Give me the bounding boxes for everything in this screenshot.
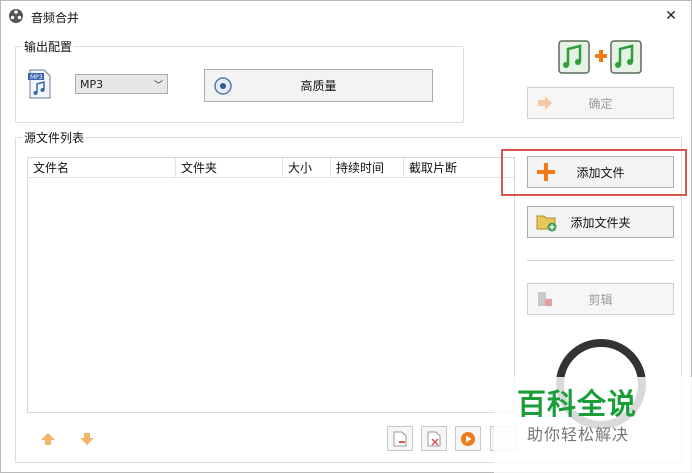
window-title: 音频合并 xyxy=(31,11,80,25)
clip-button[interactable]: 剪辑 xyxy=(527,283,674,315)
list-header: 文件名 文件夹 大小 持续时间 截取片断 xyxy=(28,158,514,178)
format-select-value: MP3 xyxy=(80,78,104,91)
add-file-label: 添加文件 xyxy=(576,165,625,180)
play-icon xyxy=(461,431,475,446)
source-file-list[interactable]: 文件名 文件夹 大小 持续时间 截取片断 xyxy=(27,157,515,413)
arrow-right-icon xyxy=(538,96,552,110)
output-config-title: 输出配置 xyxy=(22,38,75,55)
column-header-filename[interactable]: 文件名 xyxy=(28,158,176,178)
close-button[interactable]: ✕ xyxy=(651,1,691,31)
clip-label: 剪辑 xyxy=(588,292,613,307)
remove-file-button[interactable] xyxy=(387,426,413,451)
audio-merge-window: 音频合并 ✕ 输出配置 MP3 MP3 ﹀ 高质量 确定 源文件列表 文件名 文… xyxy=(0,0,692,473)
title-bar: 音频合并 ✕ xyxy=(1,1,691,31)
plus-icon xyxy=(537,163,555,181)
divider xyxy=(527,260,674,261)
add-folder-label: 添加文件夹 xyxy=(570,215,631,230)
film-reel-icon xyxy=(9,9,23,23)
file-clear-icon xyxy=(427,431,441,446)
quality-disc-icon xyxy=(214,76,232,95)
clear-list-button[interactable] xyxy=(421,426,447,451)
watermark-title: 百科全说 xyxy=(517,387,638,421)
ok-button[interactable]: 确定 xyxy=(527,87,674,119)
svg-text:MP3: MP3 xyxy=(30,74,43,81)
column-header-clip[interactable]: 截取片断 xyxy=(404,158,514,178)
watermark-subtitle: 助你轻松解决 xyxy=(527,425,630,444)
chevron-down-icon: ﹀ xyxy=(153,81,163,91)
move-up-icon[interactable] xyxy=(39,431,57,447)
column-header-duration[interactable]: 持续时间 xyxy=(331,158,404,178)
music-merge-icon xyxy=(558,40,642,74)
add-file-button[interactable]: 添加文件 xyxy=(527,156,674,188)
column-header-size[interactable]: 大小 xyxy=(283,158,331,178)
play-button[interactable] xyxy=(455,426,481,451)
column-header-folder[interactable]: 文件夹 xyxy=(176,158,283,178)
file-remove-icon xyxy=(393,431,407,446)
mp3-file-icon: MP3 xyxy=(28,69,51,99)
format-select[interactable]: MP3 ﹀ xyxy=(75,74,168,94)
source-list-title: 源文件列表 xyxy=(22,129,87,146)
ok-label: 确定 xyxy=(588,96,613,111)
folder-add-icon xyxy=(536,215,557,232)
add-folder-button[interactable]: 添加文件夹 xyxy=(527,206,674,238)
move-down-icon[interactable] xyxy=(78,431,96,447)
quality-label: 高质量 xyxy=(300,79,337,93)
quality-button[interactable]: 高质量 xyxy=(204,69,433,102)
clip-edit-icon xyxy=(538,292,552,306)
